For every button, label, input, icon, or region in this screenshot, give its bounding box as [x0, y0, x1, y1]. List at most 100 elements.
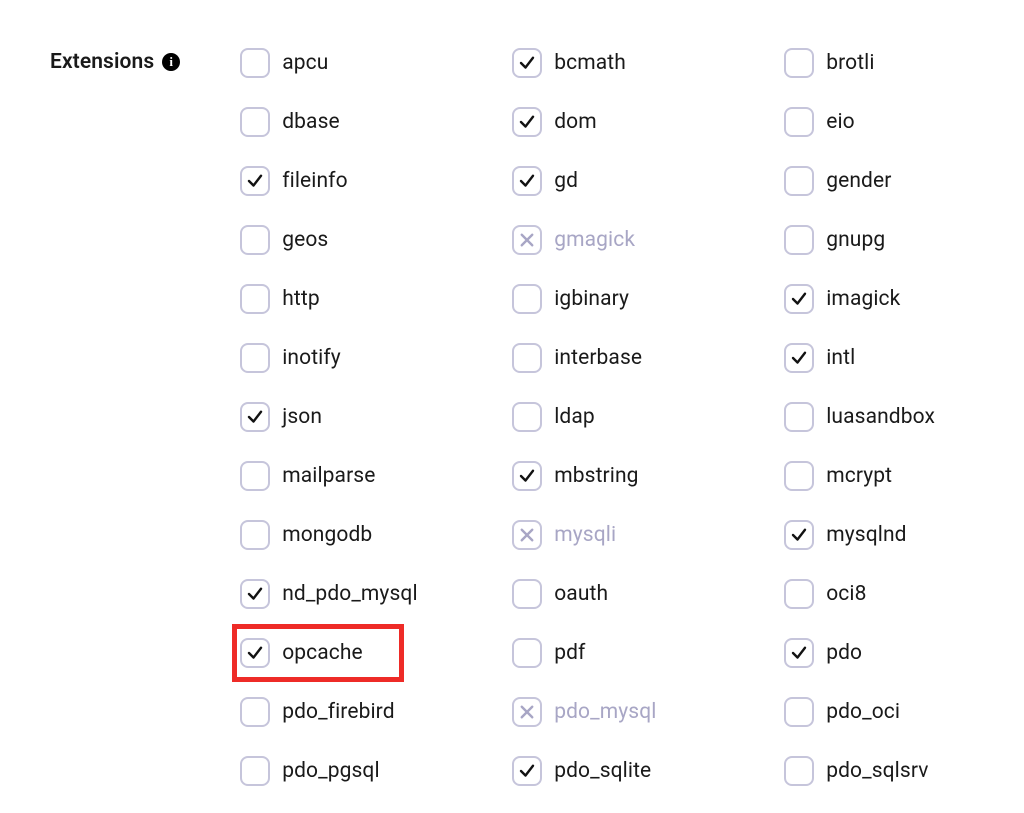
- checkbox-ldap[interactable]: [512, 402, 542, 432]
- extension-gd: gd: [510, 156, 782, 206]
- extension-geos: geos: [238, 215, 510, 265]
- checkbox-apcu[interactable]: [240, 48, 270, 78]
- checkbox-brotli[interactable]: [784, 48, 814, 78]
- checkbox-geos[interactable]: [240, 225, 270, 255]
- extension-pdo: pdo: [782, 628, 1012, 678]
- extension-oci8: oci8: [782, 569, 1012, 619]
- extension-label: mcrypt: [826, 464, 892, 488]
- checkbox-inotify[interactable]: [240, 343, 270, 373]
- extension-label: pdf: [554, 641, 585, 665]
- checkbox-mailparse[interactable]: [240, 461, 270, 491]
- extension-interbase: interbase: [510, 333, 782, 383]
- extension-label: luasandbox: [826, 405, 935, 429]
- extensions-grid: apcubcmathbrotlidbasedomeiofileinfogdgen…: [238, 38, 1012, 796]
- extension-oauth: oauth: [510, 569, 782, 619]
- checkbox-http[interactable]: [240, 284, 270, 314]
- checkbox-igbinary[interactable]: [512, 284, 542, 314]
- checkbox-pdo_sqlite[interactable]: [512, 756, 542, 786]
- checkbox-pdo_sqlsrv[interactable]: [784, 756, 814, 786]
- extension-igbinary: igbinary: [510, 274, 782, 324]
- checkbox-bcmath[interactable]: [512, 48, 542, 78]
- checkbox-opcache[interactable]: [240, 638, 270, 668]
- checkbox-eio[interactable]: [784, 107, 814, 137]
- extension-label: mongodb: [282, 523, 372, 547]
- extension-label: pdo_mysql: [554, 700, 656, 724]
- checkbox-nd_pdo_mysql[interactable]: [240, 579, 270, 609]
- extension-label: pdo_pgsql: [282, 759, 379, 783]
- checkbox-pdo_pgsql[interactable]: [240, 756, 270, 786]
- extension-mysqlnd: mysqlnd: [782, 510, 1012, 560]
- extension-label: gd: [554, 169, 578, 193]
- extension-label: gmagick: [554, 228, 635, 252]
- checkbox-pdo_oci[interactable]: [784, 697, 814, 727]
- checkbox-dom[interactable]: [512, 107, 542, 137]
- checkbox-gnupg[interactable]: [784, 225, 814, 255]
- extensions-section-header: Extensions i: [50, 38, 180, 68]
- checkbox-fileinfo[interactable]: [240, 166, 270, 196]
- extension-mysqli: mysqli: [510, 510, 782, 560]
- extension-label: http: [282, 287, 320, 311]
- extension-json: json: [238, 392, 510, 442]
- extension-label: pdo_oci: [826, 700, 900, 724]
- extension-label: gnupg: [826, 228, 885, 252]
- extension-intl: intl: [782, 333, 1012, 383]
- extension-ldap: ldap: [510, 392, 782, 442]
- extension-label: mbstring: [554, 464, 638, 488]
- extension-label: pdo_sqlsrv: [826, 759, 928, 783]
- extension-label: geos: [282, 228, 328, 252]
- extension-label: pdo_firebird: [282, 700, 394, 724]
- info-icon[interactable]: i: [162, 53, 180, 71]
- checkbox-mysqlnd[interactable]: [784, 520, 814, 550]
- checkbox-pdo_firebird[interactable]: [240, 697, 270, 727]
- extension-label: oauth: [554, 582, 608, 606]
- extension-label: mysqli: [554, 523, 616, 547]
- checkbox-mongodb[interactable]: [240, 520, 270, 550]
- extension-label: dom: [554, 110, 597, 134]
- extension-pdo_sqlite: pdo_sqlite: [510, 746, 782, 796]
- extension-pdo_sqlsrv: pdo_sqlsrv: [782, 746, 1012, 796]
- extension-brotli: brotli: [782, 38, 1012, 88]
- extension-fileinfo: fileinfo: [238, 156, 510, 206]
- extension-pdo_mysql: pdo_mysql: [510, 687, 782, 737]
- extension-label: apcu: [282, 51, 328, 75]
- extension-mongodb: mongodb: [238, 510, 510, 560]
- extension-mcrypt: mcrypt: [782, 451, 1012, 501]
- checkbox-pdo[interactable]: [784, 638, 814, 668]
- checkbox-pdo_mysql: [512, 697, 542, 727]
- checkbox-gd[interactable]: [512, 166, 542, 196]
- checkbox-interbase[interactable]: [512, 343, 542, 373]
- extension-luasandbox: luasandbox: [782, 392, 1012, 442]
- checkbox-oci8[interactable]: [784, 579, 814, 609]
- extension-http: http: [238, 274, 510, 324]
- checkbox-mysqli: [512, 520, 542, 550]
- extension-label: pdo: [826, 641, 862, 665]
- extension-mailparse: mailparse: [238, 451, 510, 501]
- extension-mbstring: mbstring: [510, 451, 782, 501]
- extension-gmagick: gmagick: [510, 215, 782, 265]
- checkbox-gender[interactable]: [784, 166, 814, 196]
- extension-nd_pdo_mysql: nd_pdo_mysql: [238, 569, 510, 619]
- extension-label: oci8: [826, 582, 866, 606]
- extension-gender: gender: [782, 156, 1012, 206]
- extension-pdo_oci: pdo_oci: [782, 687, 1012, 737]
- extension-pdo_firebird: pdo_firebird: [238, 687, 510, 737]
- checkbox-luasandbox[interactable]: [784, 402, 814, 432]
- checkbox-dbase[interactable]: [240, 107, 270, 137]
- checkbox-mbstring[interactable]: [512, 461, 542, 491]
- extension-dbase: dbase: [238, 97, 510, 147]
- extension-label: pdo_sqlite: [554, 759, 651, 783]
- checkbox-pdf[interactable]: [512, 638, 542, 668]
- extension-bcmath: bcmath: [510, 38, 782, 88]
- extension-label: fileinfo: [282, 169, 347, 193]
- extension-label: igbinary: [554, 287, 629, 311]
- extension-label: json: [282, 405, 322, 429]
- checkbox-json[interactable]: [240, 402, 270, 432]
- extension-label: mysqlnd: [826, 523, 906, 547]
- extension-label: mailparse: [282, 464, 375, 488]
- checkbox-intl[interactable]: [784, 343, 814, 373]
- checkbox-imagick[interactable]: [784, 284, 814, 314]
- checkbox-mcrypt[interactable]: [784, 461, 814, 491]
- extension-inotify: inotify: [238, 333, 510, 383]
- extension-label: bcmath: [554, 51, 626, 75]
- checkbox-oauth[interactable]: [512, 579, 542, 609]
